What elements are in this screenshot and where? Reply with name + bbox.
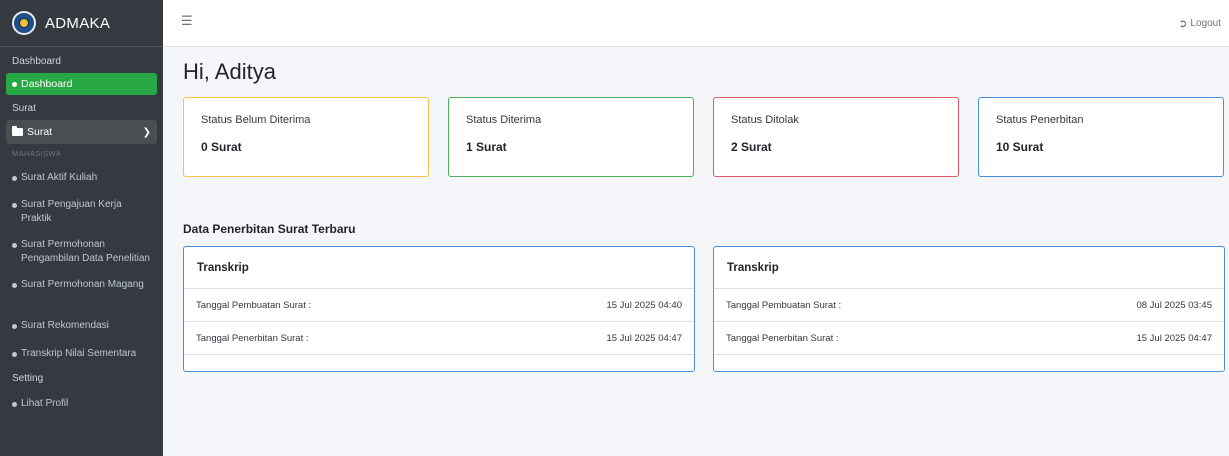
sidebar-item-label: Surat	[27, 126, 53, 138]
sidebar-item-label: Surat Rekomendasi	[21, 320, 109, 331]
nav-header-surat: Surat	[12, 103, 36, 114]
card-title: Transkrip	[184, 247, 694, 289]
sidebar-item-rekomendasi[interactable]: Surat Rekomendasi	[6, 312, 157, 340]
row-value: 15 Jul 2025 04:40	[606, 299, 682, 311]
sidebar-item-surat[interactable]: Surat ❯	[6, 120, 157, 144]
card-title: Transkrip	[714, 247, 1224, 289]
stat-label: Status Penerbitan	[996, 114, 1084, 126]
sidebar-item-data-penelitian[interactable]: Surat Permohonan Pengambilan Data Peneli…	[6, 232, 157, 272]
circle-icon	[12, 323, 17, 329]
circle-icon	[12, 401, 17, 407]
hamburger-icon[interactable]: ☰	[181, 13, 193, 29]
sidebar-item-label: Surat Aktif Kuliah	[21, 172, 98, 183]
brand-name: ADMAKA	[45, 14, 111, 32]
stat-value: 1 Surat	[466, 140, 507, 154]
stat-label: Status Diterima	[466, 114, 542, 126]
logout-button[interactable]: ➲ Logout	[1178, 17, 1221, 30]
card-row-issued: Tanggal Penerbitan Surat : 15 Jul 2025 0…	[714, 322, 1224, 355]
sidebar-item-magang[interactable]: Surat Permohonan Magang	[6, 272, 157, 312]
stat-card-diterima: Status Diterima 1 Surat	[448, 97, 694, 177]
stat-label: Status Ditolak	[731, 114, 799, 126]
row-label: Tanggal Pembuatan Surat :	[726, 299, 842, 311]
row-value: 15 Jul 2025 04:47	[606, 332, 682, 344]
sidebar-item-label: Surat Pengajuan Kerja Praktik	[21, 199, 122, 224]
sidebar-item-label: Surat Permohonan Magang	[21, 279, 144, 290]
stat-value: 10 Surat	[996, 140, 1044, 154]
stat-value: 2 Surat	[731, 140, 772, 154]
stat-card-belum-diterima: Status Belum Diterima 0 Surat	[183, 97, 429, 177]
sidebar-item-dashboard[interactable]: Dashboard	[6, 73, 157, 95]
sidebar-item-label: Transkrip Nilai Sementara	[21, 348, 137, 359]
circle-icon	[12, 175, 17, 181]
stat-value: 0 Surat	[201, 140, 242, 154]
sidebar-item-transkrip[interactable]: Transkrip Nilai Sementara	[6, 340, 157, 368]
folder-icon	[12, 126, 23, 136]
circle-icon	[12, 81, 17, 87]
logout-icon: ➲	[1178, 18, 1188, 30]
sidebar-item-kerja-praktik[interactable]: Surat Pengajuan Kerja Praktik	[6, 192, 157, 232]
sidebar-item-label: Lihat Profil	[21, 398, 69, 409]
card-row-created: Tanggal Pembuatan Surat : 08 Jul 2025 03…	[714, 289, 1224, 322]
row-label: Tanggal Penerbitan Surat :	[726, 332, 839, 344]
sidebar-nav: Dashboard Dashboard Surat Surat ❯ MAHASI…	[0, 51, 163, 418]
sidebar-item-surat-aktif-kuliah[interactable]: Surat Aktif Kuliah	[6, 164, 157, 192]
section-title: Data Penerbitan Surat Terbaru	[183, 222, 356, 236]
stat-card-ditolak: Status Ditolak 2 Surat	[713, 97, 959, 177]
row-label: Tanggal Penerbitan Surat :	[196, 332, 309, 344]
circle-icon	[12, 283, 17, 288]
nav-header-setting: Setting	[12, 373, 44, 384]
nav-header-dashboard: Dashboard	[12, 56, 61, 67]
brand-logo-icon	[12, 11, 36, 35]
logout-label: Logout	[1190, 18, 1221, 29]
row-label: Tanggal Pembuatan Surat :	[196, 299, 312, 311]
card-row-issued: Tanggal Penerbitan Surat : 15 Jul 2025 0…	[184, 322, 694, 355]
circle-icon	[12, 203, 17, 208]
stat-label: Status Belum Diterima	[201, 114, 311, 126]
chevron-down-icon: ❯	[142, 126, 151, 138]
circle-icon	[12, 243, 17, 248]
issuance-card: Transkrip Tanggal Pembuatan Surat : 08 J…	[713, 246, 1225, 372]
nav-header-mahasiswa: MAHASISWA	[12, 149, 62, 158]
stat-card-penerbitan: Status Penerbitan 10 Surat	[978, 97, 1224, 177]
issuance-card: Transkrip Tanggal Pembuatan Surat : 15 J…	[183, 246, 695, 372]
card-row-created: Tanggal Pembuatan Surat : 15 Jul 2025 04…	[184, 289, 694, 322]
sidebar-item-label: Dashboard	[21, 78, 73, 90]
sidebar: ADMAKA Dashboard Dashboard Surat Surat ❯…	[0, 0, 163, 456]
row-value: 15 Jul 2025 04:47	[1136, 332, 1212, 344]
circle-icon	[12, 351, 17, 357]
brand[interactable]: ADMAKA	[0, 0, 163, 47]
topbar: ☰ ➲ Logout	[163, 0, 1229, 47]
row-value: 08 Jul 2025 03:45	[1136, 299, 1212, 311]
sidebar-item-lihat-profil[interactable]: Lihat Profil	[6, 390, 157, 418]
sidebar-item-label: Surat Permohonan Pengambilan Data Peneli…	[21, 239, 150, 264]
page-title: Hi, Aditya	[183, 59, 276, 84]
